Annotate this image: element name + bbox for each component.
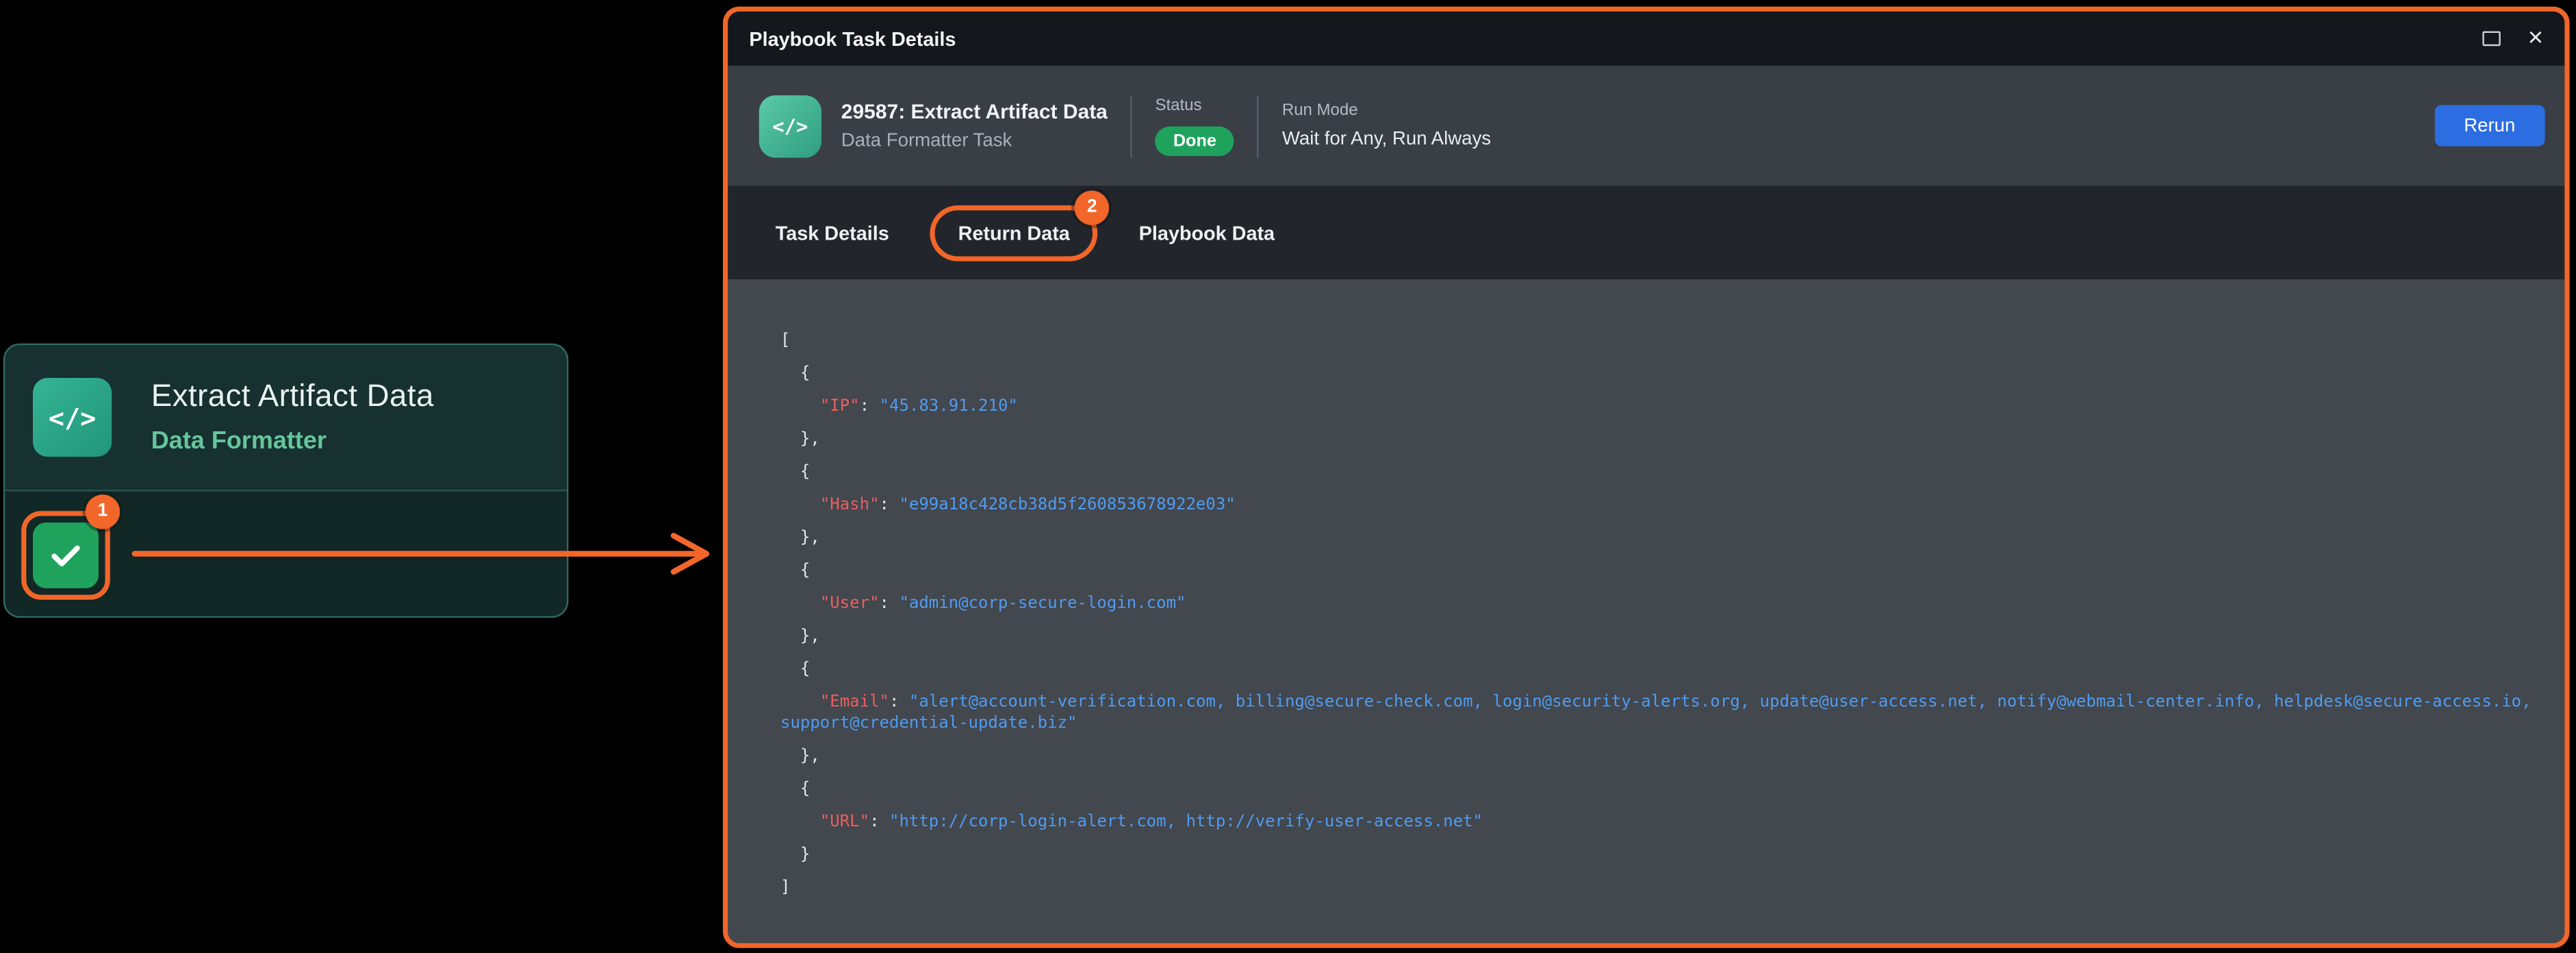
code-line: "Email": "alert@account-verification.com… xyxy=(780,691,2535,734)
annotation-step-1-badge: 1 xyxy=(86,494,120,528)
status-block: Status Done xyxy=(1155,96,1234,155)
return-data-content: [ { "IP": "45.83.91.210" }, { "Hash": "e… xyxy=(728,279,2564,943)
code-icon-glyph: </> xyxy=(49,402,96,433)
tab-playbook-data[interactable]: Playbook Data xyxy=(1111,205,1303,261)
code-line: "URL": "http://corp-login-alert.com, htt… xyxy=(780,812,2535,833)
node-title: Extract Artifact Data xyxy=(151,379,434,416)
maximize-icon[interactable] xyxy=(2482,31,2500,47)
tab-task-details[interactable]: Task Details xyxy=(748,205,917,261)
code-line: { xyxy=(780,560,2535,581)
code-line: }, xyxy=(780,527,2535,548)
task-success-check-button[interactable] xyxy=(33,522,99,587)
run-mode-block: Run Mode Wait for Any, Run Always xyxy=(1282,102,1491,150)
close-icon[interactable]: × xyxy=(2528,25,2543,51)
code-line: { xyxy=(780,659,2535,680)
tab-label: Playbook Data xyxy=(1139,221,1275,244)
task-header: </> 29587: Extract Artifact Data Data Fo… xyxy=(728,66,2564,186)
divider xyxy=(1130,94,1132,157)
code-line: "IP": "45.83.91.210" xyxy=(780,396,2535,417)
status-badge: Done xyxy=(1155,126,1234,155)
code-line: { xyxy=(780,461,2535,483)
tab-label: Return Data xyxy=(958,221,1070,244)
code-line: { xyxy=(780,779,2535,800)
divider xyxy=(1258,94,1259,157)
task-header-texts: 29587: Extract Artifact Data Data Format… xyxy=(841,100,1108,151)
playbook-task-details-dialog: Playbook Task Details × </> 29587: Extra… xyxy=(723,7,2570,948)
tabs-bar: Task Details Return Data 2 Playbook Data xyxy=(728,186,2564,279)
code-line: ] xyxy=(780,878,2535,899)
check-icon xyxy=(46,535,86,574)
tab-label: Task Details xyxy=(776,221,889,244)
annotation-step-2-badge: 2 xyxy=(1075,190,1109,224)
code-line: "Hash": "e99a18c428cb38d5f260853678922e0… xyxy=(780,494,2535,516)
run-mode-value: Wait for Any, Run Always xyxy=(1282,130,1491,150)
node-subtitle: Data Formatter xyxy=(151,427,434,455)
run-mode-label: Run Mode xyxy=(1282,102,1491,120)
status-label: Status xyxy=(1155,96,1234,114)
code-line: [ xyxy=(780,330,2535,351)
code-line: }, xyxy=(780,429,2535,450)
code-line: }, xyxy=(780,626,2535,647)
dialog-titlebar: Playbook Task Details × xyxy=(728,12,2564,66)
canvas: </> Extract Artifact Data Data Formatter… xyxy=(0,0,2576,953)
node-card-main: </> Extract Artifact Data Data Formatter xyxy=(5,345,567,490)
task-status-indicator: 1 xyxy=(33,522,99,587)
code-icon: </> xyxy=(33,378,112,457)
code-line: { xyxy=(780,363,2535,384)
annotation-arrow xyxy=(131,527,716,580)
code-line: }, xyxy=(780,746,2535,767)
dialog-title: Playbook Task Details xyxy=(749,27,2482,51)
code-icon: </> xyxy=(759,94,821,157)
code-icon-glyph: </> xyxy=(772,114,808,138)
return-data-json: [ { "IP": "45.83.91.210" }, { "Hash": "e… xyxy=(780,330,2535,898)
tab-return-data[interactable]: Return Data 2 xyxy=(930,205,1098,261)
node-card-texts: Extract Artifact Data Data Formatter xyxy=(151,379,434,455)
code-line: "User": "admin@corp-secure-login.com" xyxy=(780,593,2535,614)
code-line: } xyxy=(780,845,2535,866)
task-subtitle: Data Formatter Task xyxy=(841,131,1108,151)
task-title: 29587: Extract Artifact Data xyxy=(841,100,1108,123)
rerun-button[interactable]: Rerun xyxy=(2434,105,2545,147)
